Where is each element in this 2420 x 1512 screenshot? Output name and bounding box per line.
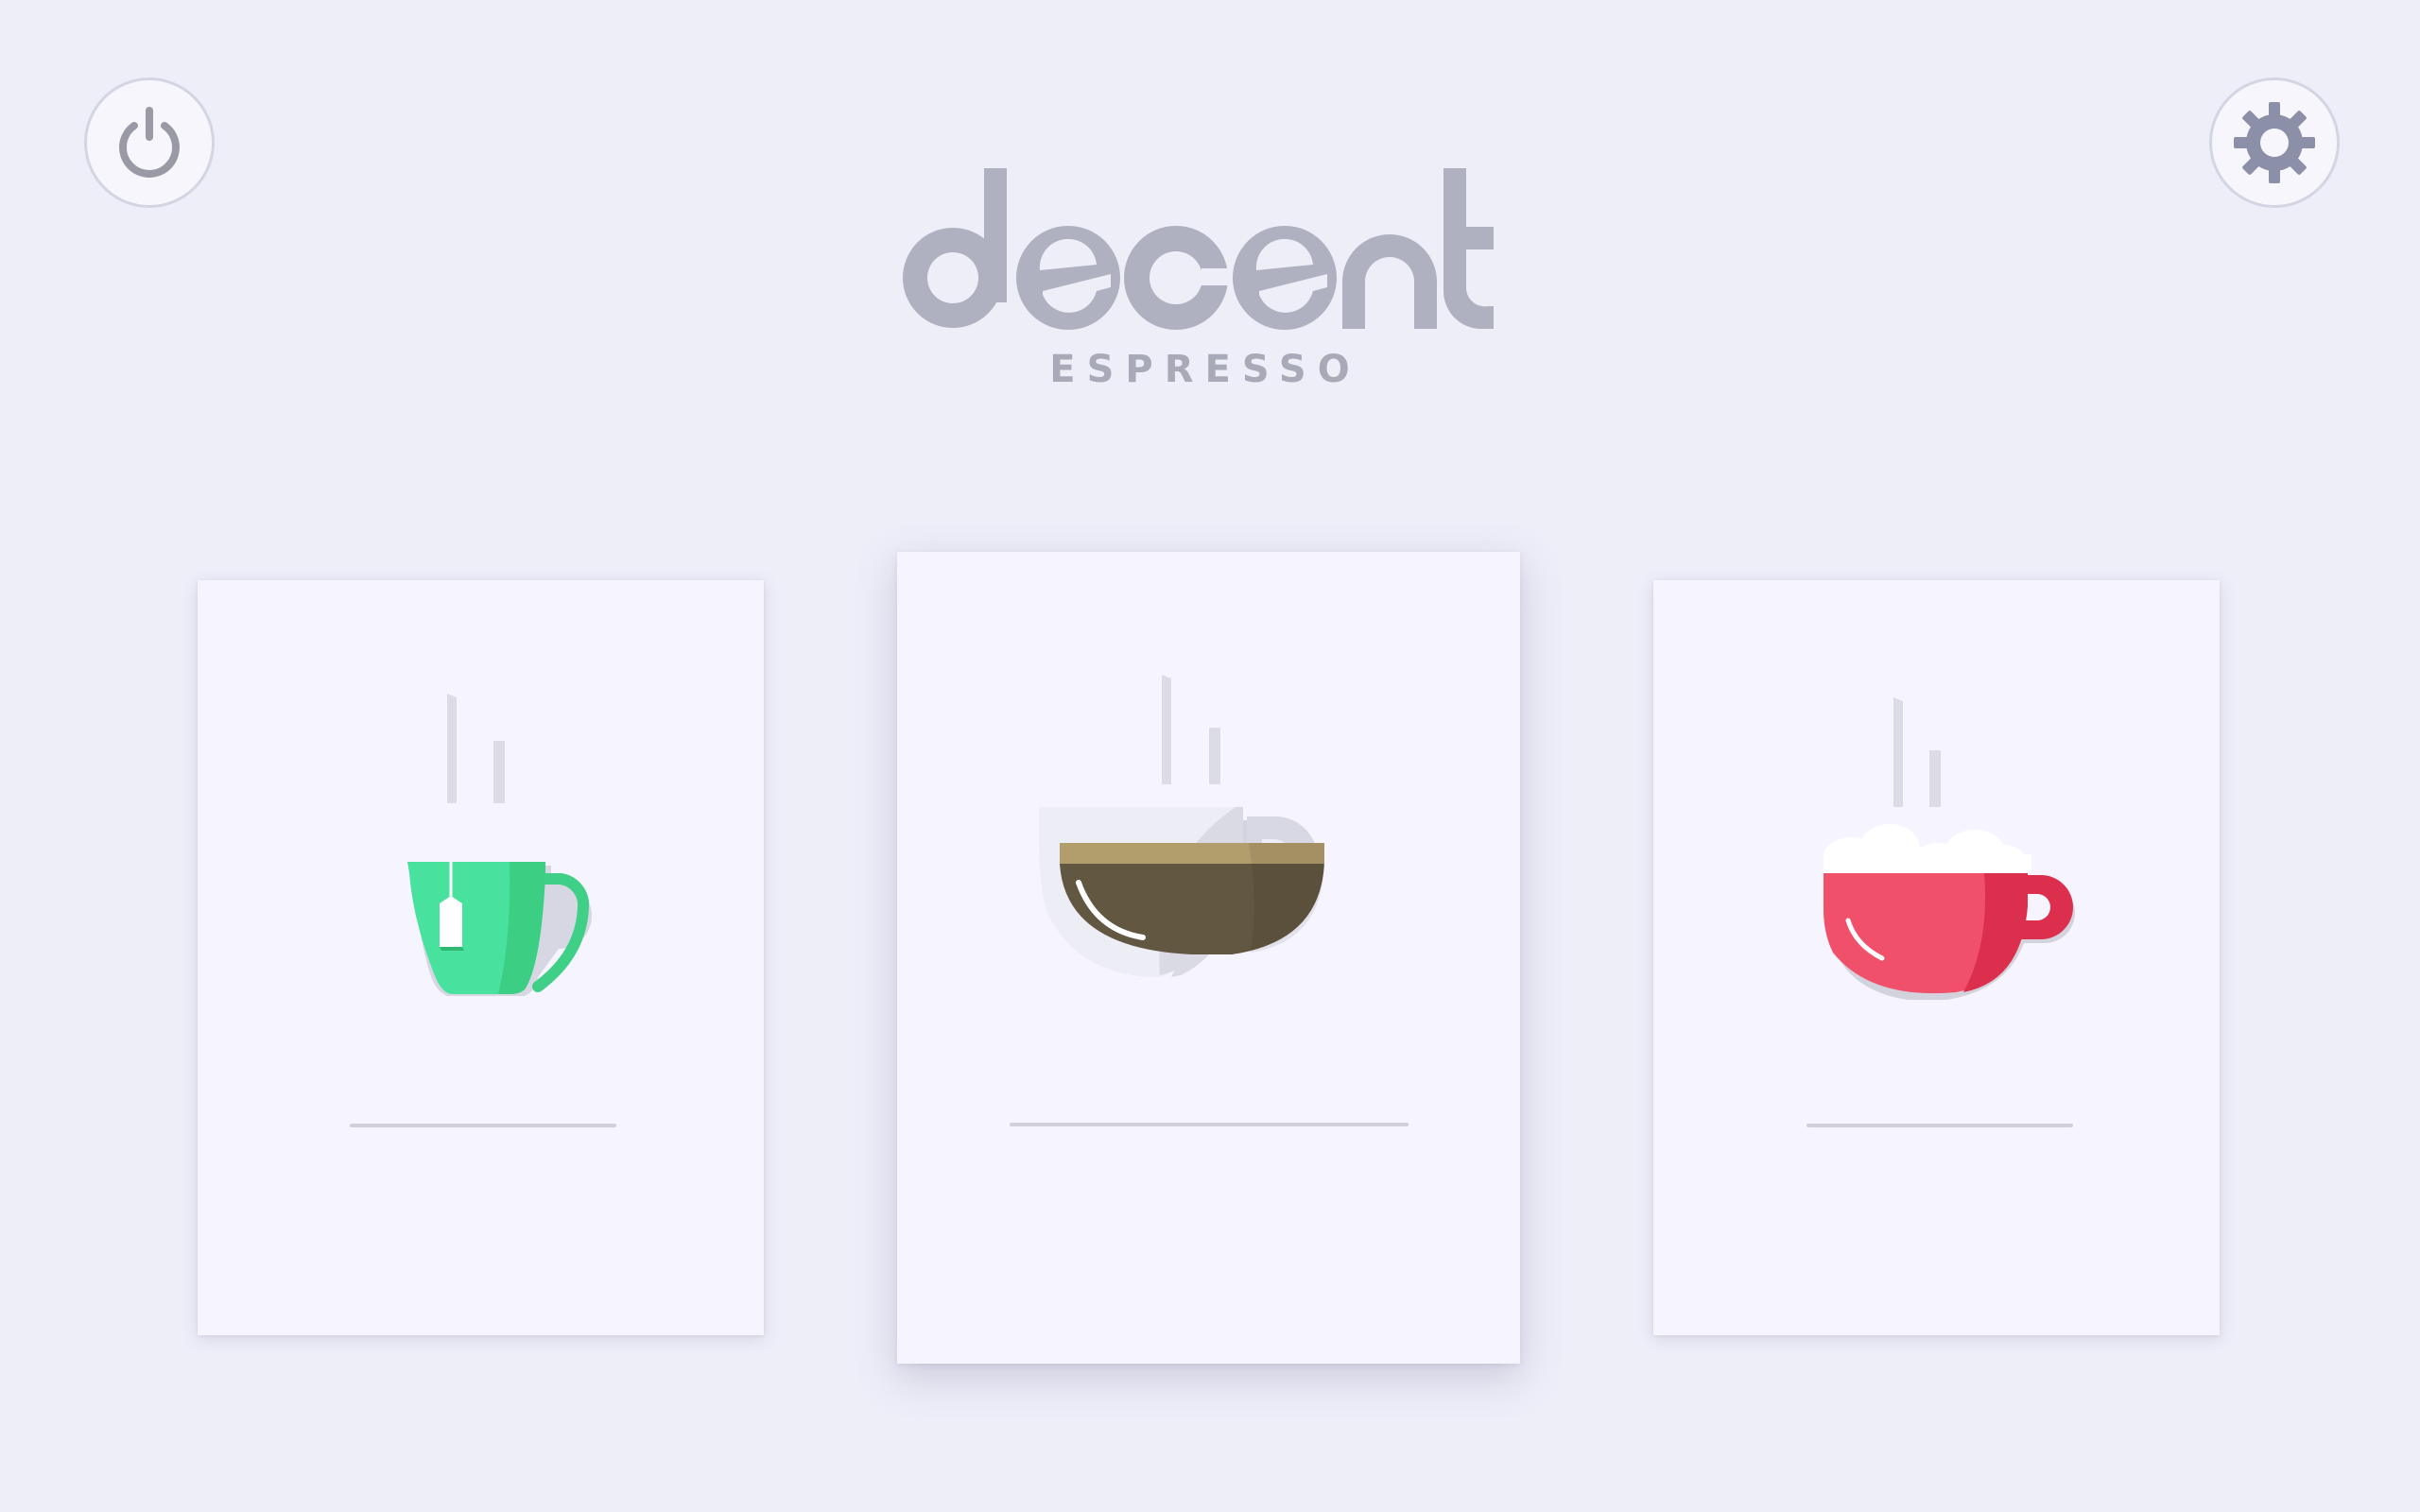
- decent-wordmark: [903, 168, 1494, 330]
- card-divider: [1010, 1123, 1409, 1126]
- cappuccino-card[interactable]: [1653, 580, 2220, 1335]
- brand-subtitle: ESPRESSO: [1049, 348, 1361, 391]
- power-button[interactable]: [84, 77, 215, 208]
- tea-card[interactable]: [198, 580, 764, 1335]
- power-icon: [119, 107, 180, 178]
- home-screen: ESPRESSO: [0, 0, 2420, 1512]
- tea-mug-icon: [407, 694, 592, 996]
- card-divider: [350, 1124, 616, 1127]
- settings-button[interactable]: [2209, 77, 2340, 208]
- espresso-cup-icon: [1039, 675, 1324, 977]
- brand-logo: ESPRESSO: [903, 168, 1498, 395]
- card-divider: [1806, 1124, 2073, 1127]
- cappuccino-cup-icon: [1824, 697, 2075, 1000]
- gear-icon: [2234, 102, 2315, 183]
- espresso-card[interactable]: [897, 552, 1520, 1364]
